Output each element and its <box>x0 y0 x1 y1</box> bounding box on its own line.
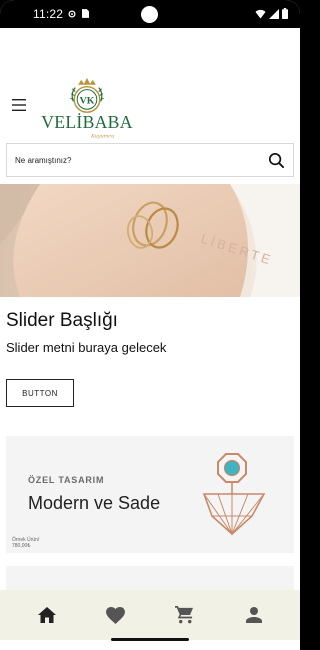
slider-text: Slider metni buraya gelecek <box>6 340 167 355</box>
earring-product-image <box>202 453 266 536</box>
user-icon <box>245 607 262 623</box>
nav-favorites[interactable] <box>96 595 136 635</box>
nav-profile[interactable] <box>234 595 274 635</box>
wifi-icon <box>255 9 266 18</box>
slider-button[interactable]: BUTTON <box>6 379 74 407</box>
settings-status-icon <box>68 10 76 18</box>
sim-card-icon <box>82 9 89 18</box>
bottom-navigation <box>0 590 300 640</box>
nav-cart[interactable] <box>165 595 205 635</box>
battery-icon <box>282 8 288 19</box>
logo-script: Kuyumcu <box>90 134 114 140</box>
home-indicator-bar[interactable] <box>111 638 189 641</box>
search-icon[interactable] <box>268 152 285 169</box>
search-input[interactable] <box>7 144 257 176</box>
promo-product-price: 780,00₺ <box>12 543 31 549</box>
status-indicators <box>255 8 288 19</box>
app-screen: 11:22 VK VELİBABA Kuyumcu Ne aramıştınız… <box>0 0 300 650</box>
app-header: VK VELİBABA Kuyumcu <box>0 28 300 183</box>
home-icon <box>37 607 56 623</box>
hamburger-menu-icon[interactable] <box>12 99 26 111</box>
heart-icon <box>106 606 125 624</box>
logo-monogram: VK <box>80 95 95 106</box>
slider-title: Slider Başlığı <box>6 310 118 331</box>
promo-kicker: ÖZEL TASARIM <box>28 475 105 485</box>
logo-wordmark: VELİBABA <box>41 112 132 132</box>
promo-title: Modern ve Sade <box>28 493 161 513</box>
promo-card[interactable]: ÖZEL TASARIM Modern ve Sade Örnek Ürün/ … <box>6 436 294 553</box>
status-time: 11:22 <box>33 7 64 21</box>
cart-icon <box>175 606 194 624</box>
search-bar <box>6 143 294 177</box>
status-bar: 11:22 <box>0 0 300 28</box>
signal-icon <box>269 8 279 19</box>
front-camera <box>141 6 158 23</box>
nav-home[interactable] <box>27 595 67 635</box>
slider-banner-image[interactable]: LİBERTE <box>0 184 300 297</box>
